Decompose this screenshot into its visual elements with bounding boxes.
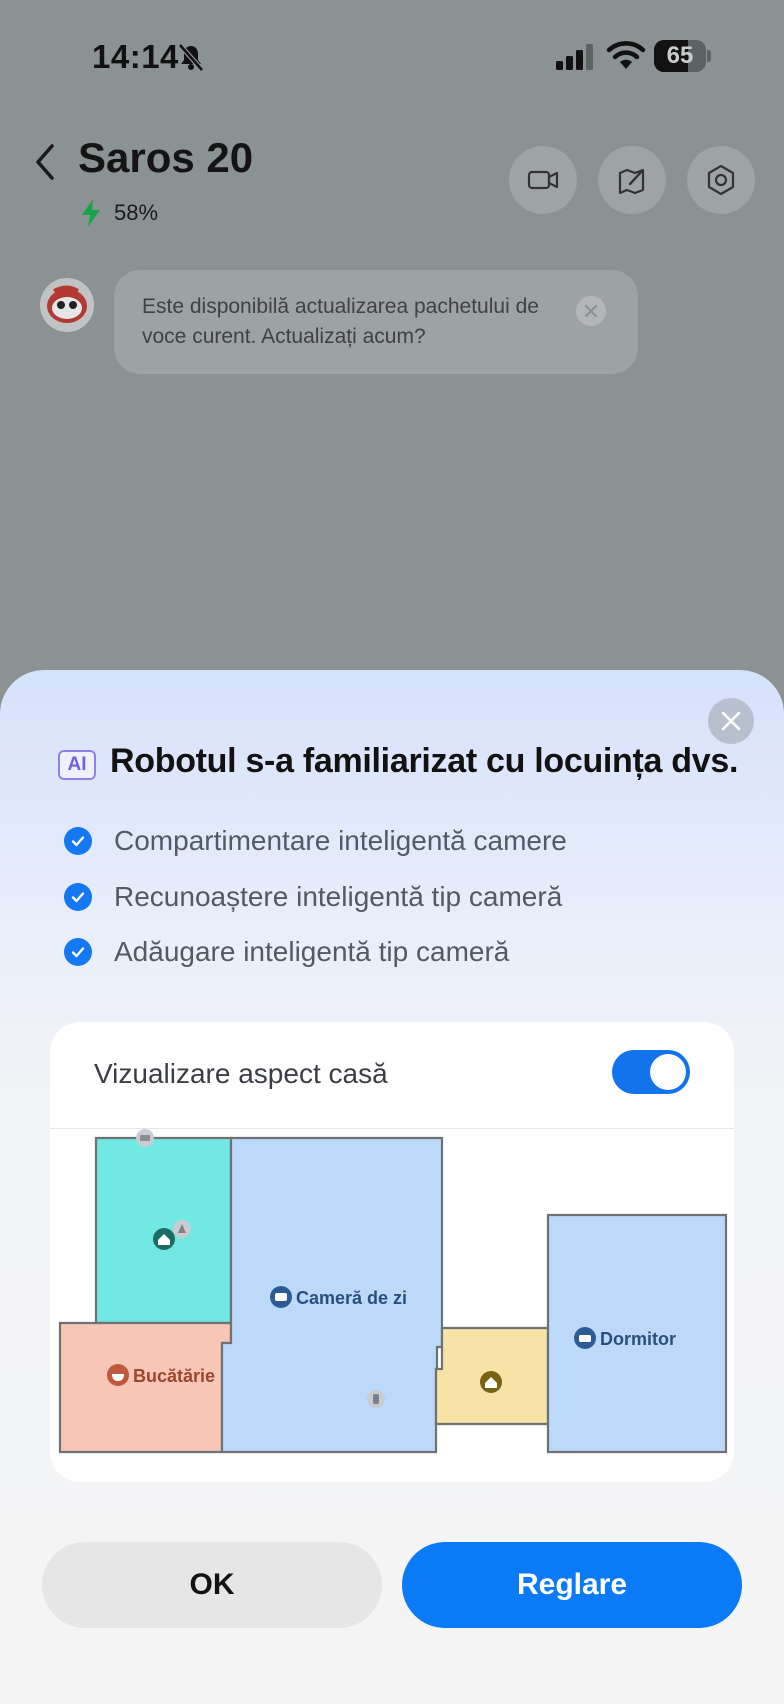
wifi-icon: [606, 41, 646, 69]
home-layout-toggle[interactable]: [612, 1050, 690, 1094]
robot-avatar: [40, 278, 94, 332]
feature-label: Adăugare inteligentă tip cameră: [114, 936, 510, 967]
battery-icon: 65: [654, 40, 712, 72]
sheet-title: Robotul s-a familiarizat cu locuința dvs…: [110, 742, 739, 780]
device-battery-level: 58%: [114, 200, 159, 225]
feature-item: Recunoaștere inteligentă tip cameră: [64, 879, 562, 915]
ai-badge: AI: [58, 750, 96, 780]
home-icon: [153, 1228, 175, 1250]
object-marker-icon: [367, 1390, 385, 1408]
charging-bolt-icon: [82, 199, 100, 227]
feature-label: Compartimentare inteligentă camere: [114, 825, 567, 856]
device-title: Saros 20: [78, 134, 254, 181]
home-layout-card: Vizualizare aspect casă Bucătărie Cameră…: [50, 1022, 734, 1482]
toggle-knob: [650, 1054, 686, 1090]
checkmark-icon: [64, 938, 92, 966]
close-icon: [584, 304, 598, 318]
object-marker-icon: [173, 1220, 191, 1238]
edit-map-icon: [618, 168, 645, 195]
status-time: 14:14: [92, 38, 179, 75]
home-layout-label: Vizualizare aspect casă: [94, 1058, 388, 1089]
feature-item: Adăugare inteligentă tip cameră: [64, 934, 509, 970]
status-bar: 14:14 65: [0, 0, 784, 110]
video-camera-icon: [527, 170, 559, 190]
kitchen-icon: [107, 1364, 129, 1386]
checkmark-icon: [64, 827, 92, 855]
floor-map[interactable]: Bucătărie Cameră de zi Dormitor: [50, 1129, 734, 1482]
settings-button[interactable]: [687, 146, 755, 214]
ok-button[interactable]: OK: [42, 1542, 382, 1628]
dock-marker-icon: [136, 1129, 154, 1147]
room-label-kitchen: Bucătărie: [133, 1366, 215, 1386]
room-label-bedroom: Dormitor: [600, 1329, 676, 1349]
sofa-icon: [270, 1286, 292, 1308]
home-familiarized-sheet: AI Robotul s-a familiarizat cu locuința …: [0, 670, 784, 1704]
adjust-button[interactable]: Reglare: [402, 1542, 742, 1628]
robot-mascot-icon: [40, 278, 94, 332]
close-icon: [721, 711, 741, 731]
feature-item: Compartimentare inteligentă camere: [64, 823, 567, 859]
checkmark-icon: [64, 883, 92, 911]
notification-close-button[interactable]: [576, 296, 606, 326]
edit-map-button[interactable]: [598, 146, 666, 214]
battery-percent: 65: [666, 42, 694, 69]
voice-update-notification[interactable]: Este disponibilă actualizarea pachetului…: [114, 270, 638, 374]
cellular-signal-icon: [556, 44, 593, 70]
feature-label: Recunoaștere inteligentă tip cameră: [114, 881, 563, 912]
bed-icon: [574, 1327, 596, 1349]
sheet-close-button[interactable]: [708, 698, 754, 744]
room-kitchen[interactable]: [58, 1321, 233, 1454]
room-label-living: Cameră de zi: [296, 1288, 407, 1308]
home-icon: [480, 1371, 502, 1393]
notification-text: Este disponibilă actualizarea pachetului…: [142, 295, 539, 348]
video-camera-button[interactable]: [509, 146, 577, 214]
bell-muted-icon: [178, 43, 204, 72]
device-battery: 58%: [80, 198, 158, 228]
settings-icon: [707, 164, 735, 196]
back-arrow-icon[interactable]: [28, 140, 64, 184]
